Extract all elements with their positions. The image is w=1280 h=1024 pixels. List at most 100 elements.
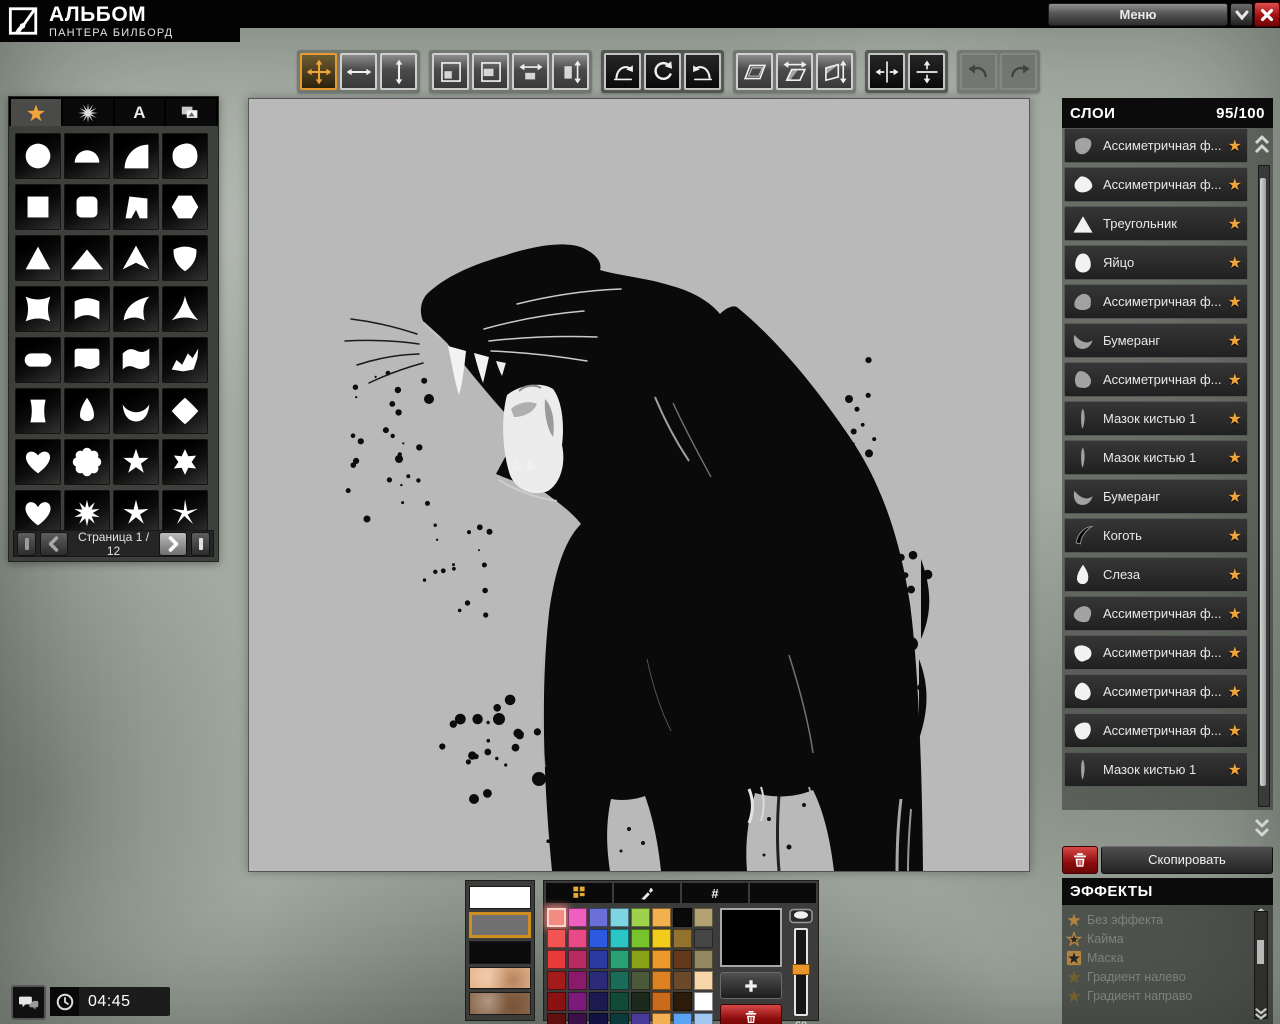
palette-color[interactable] xyxy=(568,992,587,1011)
palette-color[interactable] xyxy=(568,908,587,927)
shape-wave-flag[interactable] xyxy=(113,337,159,383)
palette-color[interactable] xyxy=(589,992,608,1011)
skew-button[interactable] xyxy=(736,53,773,90)
tab-hex[interactable]: # xyxy=(682,883,748,903)
palette-color[interactable] xyxy=(547,971,566,990)
effects-scrollbar[interactable] xyxy=(1254,911,1268,1019)
rotate-button[interactable] xyxy=(644,53,681,90)
layer-row[interactable]: Ассиметричная ф...★ xyxy=(1064,596,1248,631)
palette-color[interactable] xyxy=(631,929,650,948)
material-swatch[interactable] xyxy=(469,992,531,1015)
material-swatch[interactable] xyxy=(469,941,531,964)
palette-color[interactable] xyxy=(589,950,608,969)
shape-triangle-wide[interactable] xyxy=(64,235,110,281)
palette-color[interactable] xyxy=(631,971,650,990)
layer-row[interactable]: Треугольник★ xyxy=(1064,206,1248,241)
palette-color[interactable] xyxy=(610,929,629,948)
shape-hexagon[interactable] xyxy=(162,184,208,230)
palette-color[interactable] xyxy=(589,1013,608,1024)
palette-color[interactable] xyxy=(673,950,692,969)
shape-hourglass[interactable] xyxy=(15,388,61,434)
close-button[interactable] xyxy=(1254,2,1280,27)
shape-star5[interactable] xyxy=(113,439,159,485)
star-icon[interactable]: ★ xyxy=(1228,565,1242,585)
layer-row[interactable]: Мазок кистью 1★ xyxy=(1064,401,1248,436)
star-icon[interactable]: ★ xyxy=(1228,448,1242,468)
shape-arch[interactable] xyxy=(64,286,110,332)
palette-color[interactable] xyxy=(589,908,608,927)
previous-page-button[interactable] xyxy=(40,532,68,556)
opacity-slider-track[interactable] xyxy=(794,928,808,1016)
tab-splashes[interactable] xyxy=(63,99,113,126)
tab-eyedropper[interactable] xyxy=(614,883,680,903)
palette-color[interactable] xyxy=(589,929,608,948)
star-icon[interactable]: ★ xyxy=(1228,175,1242,195)
shape-arrowhead[interactable] xyxy=(113,235,159,281)
skew-vertical-button[interactable] xyxy=(816,53,853,90)
star-icon[interactable]: ★ xyxy=(1228,487,1242,507)
palette-color[interactable] xyxy=(652,929,671,948)
tab-palette[interactable] xyxy=(546,883,612,903)
layer-row[interactable]: Бумеранг★ xyxy=(1064,323,1248,358)
palette-color[interactable] xyxy=(631,950,650,969)
menu-button[interactable]: Меню xyxy=(1048,3,1228,26)
shape-tri-pillow[interactable] xyxy=(162,286,208,332)
redo-button[interactable] xyxy=(1000,53,1037,90)
rotate-left-button[interactable] xyxy=(684,53,721,90)
palette-color[interactable] xyxy=(694,929,713,948)
shape-pillow[interactable] xyxy=(15,286,61,332)
star-icon[interactable]: ★ xyxy=(1228,370,1242,390)
palette-color[interactable] xyxy=(631,908,650,927)
flip-vertical-button[interactable] xyxy=(908,53,945,90)
material-swatch[interactable] xyxy=(469,886,531,909)
star-icon[interactable]: ★ xyxy=(1228,214,1242,234)
layers-scrollbar-thumb[interactable] xyxy=(1260,178,1266,786)
star-icon[interactable]: ★ xyxy=(1228,136,1242,156)
star-icon[interactable]: ★ xyxy=(1228,604,1242,624)
palette-color[interactable] xyxy=(610,992,629,1011)
material-swatch[interactable] xyxy=(469,967,531,990)
palette-color[interactable] xyxy=(694,992,713,1011)
palette-color[interactable] xyxy=(673,929,692,948)
palette-color[interactable] xyxy=(568,950,587,969)
shape-rounded-diamond[interactable] xyxy=(162,388,208,434)
layer-row[interactable]: Ассиметричная ф...★ xyxy=(1064,128,1248,163)
palette-color[interactable] xyxy=(673,992,692,1011)
shape-blob[interactable] xyxy=(162,133,208,179)
layer-row[interactable]: Ассиметричная ф...★ xyxy=(1064,713,1248,748)
palette-color[interactable] xyxy=(610,950,629,969)
scale-proportional-button[interactable] xyxy=(432,53,469,90)
shape-flower[interactable] xyxy=(64,439,110,485)
chat-button[interactable] xyxy=(11,985,46,1020)
layer-row[interactable]: Бумеранг★ xyxy=(1064,479,1248,514)
layer-row[interactable]: Мазок кистью 1★ xyxy=(1064,440,1248,475)
effect-item[interactable]: Без эффекта xyxy=(1066,910,1269,929)
shape-fin[interactable] xyxy=(113,286,159,332)
layer-row[interactable]: Ассиметричная ф...★ xyxy=(1064,284,1248,319)
palette-color[interactable] xyxy=(673,971,692,990)
palette-color[interactable] xyxy=(547,908,566,927)
effect-item[interactable]: Маска xyxy=(1066,948,1269,967)
last-page-button[interactable] xyxy=(191,532,210,556)
layer-row[interactable]: Ассиметричная ф...★ xyxy=(1064,635,1248,670)
scale-height-button[interactable] xyxy=(552,53,589,90)
move-button[interactable] xyxy=(300,53,337,90)
star-icon[interactable]: ★ xyxy=(1228,253,1242,273)
shape-quarter-circle[interactable] xyxy=(113,133,159,179)
undo-button[interactable] xyxy=(960,53,997,90)
move-horizontal-button[interactable] xyxy=(340,53,377,90)
shape-polygon[interactable] xyxy=(113,184,159,230)
shape-wavy-rect[interactable] xyxy=(64,337,110,383)
palette-color[interactable] xyxy=(694,908,713,927)
palette-color[interactable] xyxy=(547,1013,566,1024)
palette-color[interactable] xyxy=(589,971,608,990)
scale-width-button[interactable] xyxy=(512,53,549,90)
move-vertical-button[interactable] xyxy=(380,53,417,90)
rotate-right-button[interactable] xyxy=(604,53,641,90)
effect-item[interactable]: Градиент налево xyxy=(1066,967,1269,986)
first-page-button[interactable] xyxy=(17,532,36,556)
star-icon[interactable]: ★ xyxy=(1228,760,1242,780)
shape-half-circle[interactable] xyxy=(64,133,110,179)
palette-color[interactable] xyxy=(694,971,713,990)
tab-empty[interactable] xyxy=(750,883,816,903)
